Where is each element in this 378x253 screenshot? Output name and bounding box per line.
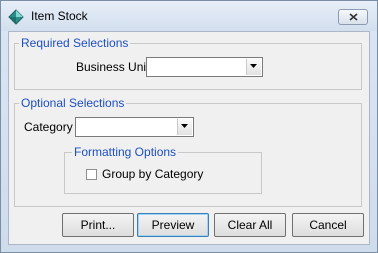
close-icon [349, 13, 358, 21]
clear-all-button[interactable]: Clear All [214, 213, 286, 237]
category-dropdown-button[interactable] [177, 119, 192, 135]
business-unit-label: Business Unit [76, 60, 150, 74]
dialog-body: Required Selections Business Unit Option… [8, 31, 370, 245]
group-by-category-checkbox[interactable] [86, 169, 97, 180]
group-by-category-label[interactable]: Group by Category [102, 167, 203, 181]
title-bar[interactable]: Item Stock [1, 1, 377, 31]
category-label: Category [24, 120, 73, 134]
window-title: Item Stock [31, 9, 88, 23]
chevron-down-icon [181, 124, 188, 128]
category-dropdown[interactable] [75, 117, 194, 137]
preview-button[interactable]: Preview [137, 213, 209, 237]
cancel-button[interactable]: Cancel [292, 213, 364, 237]
business-unit-dropdown[interactable] [146, 57, 263, 77]
dialog-window: Item Stock Required Selections Business … [0, 0, 378, 253]
close-button[interactable] [338, 9, 368, 25]
chevron-down-icon [250, 64, 257, 68]
diamond-app-icon [8, 9, 24, 25]
print-button[interactable]: Print... [62, 213, 134, 237]
formatting-options-legend: Formatting Options [72, 145, 179, 159]
optional-selections-legend: Optional Selections [19, 96, 127, 110]
business-unit-dropdown-button[interactable] [246, 59, 261, 75]
required-selections-legend: Required Selections [19, 36, 131, 50]
